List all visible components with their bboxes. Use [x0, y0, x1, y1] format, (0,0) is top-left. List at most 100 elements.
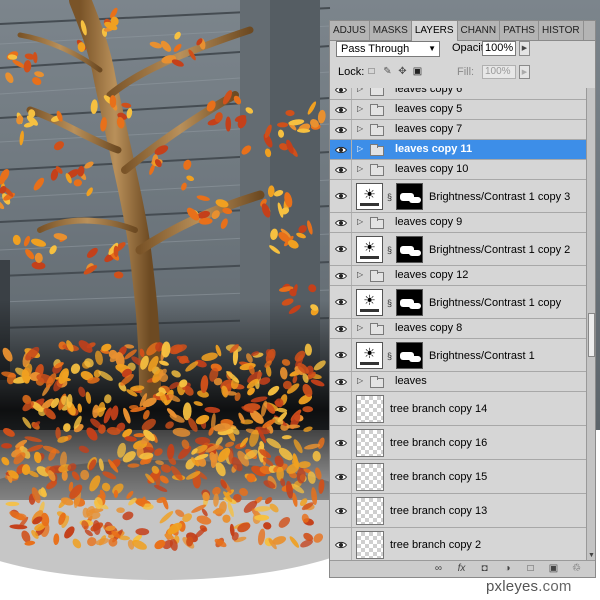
layer-name: leaves copy 11 [395, 143, 473, 155]
layer-name: Brightness/Contrast 1 [429, 350, 535, 362]
layers-scrollbar[interactable]: ▼ [586, 88, 595, 561]
visibility-eye-icon[interactable] [330, 426, 352, 459]
tab-layers[interactable]: LAYERS [411, 21, 458, 41]
layer-name: tree branch copy 16 [390, 437, 488, 449]
tab-paths[interactable]: PATHS [500, 21, 539, 40]
fill-input[interactable]: 100% [482, 65, 516, 79]
visibility-eye-icon[interactable] [330, 266, 352, 285]
folder-icon [370, 104, 384, 116]
layer-row-leaves-copy-10[interactable]: ▷ leaves copy 10 [330, 160, 586, 180]
layer-row-brightness-contrast-1[interactable]: ☀ § Brightness/Contrast 1 [330, 339, 586, 372]
folder-icon [370, 217, 384, 229]
visibility-eye-icon[interactable] [330, 233, 352, 265]
layer-row-leaves-copy-8[interactable]: ▷ leaves copy 8 [330, 319, 586, 339]
layer-name: tree branch copy 2 [390, 539, 482, 551]
fx-icon[interactable]: fx [453, 563, 470, 575]
visibility-eye-icon[interactable] [330, 460, 352, 493]
visibility-eye-icon[interactable] [330, 286, 352, 318]
layer-name: leaves copy 10 [395, 163, 469, 175]
layer-row-leaves-copy-6[interactable]: ▷ leaves copy 6 [330, 88, 586, 100]
expand-triangle-icon[interactable]: ▷ [357, 164, 363, 173]
layer-row-tree-branch-copy-2[interactable]: tree branch copy 2 [330, 528, 586, 561]
layer-row-brightness-contrast-1-copy-2[interactable]: ☀ § Brightness/Contrast 1 copy 2 [330, 233, 586, 266]
scrollbar-thumb[interactable] [588, 313, 595, 357]
visibility-eye-icon[interactable] [330, 528, 352, 561]
layer-name: Brightness/Contrast 1 copy [429, 297, 562, 309]
visibility-eye-icon[interactable] [330, 100, 352, 119]
layer-row-leaves-copy-9[interactable]: ▷ leaves copy 9 [330, 213, 586, 233]
tab-channels[interactable]: CHANN [458, 21, 501, 40]
layer-row-brightness-contrast-1-copy[interactable]: ☀ § Brightness/Contrast 1 copy [330, 286, 586, 319]
layer-mask-thumbnail[interactable] [396, 289, 423, 316]
new-layer-icon[interactable]: ▣ [545, 563, 562, 575]
visibility-eye-icon[interactable] [330, 372, 352, 391]
visibility-eye-icon[interactable] [330, 120, 352, 139]
mask-link-icon[interactable]: § [387, 192, 392, 202]
expand-triangle-icon[interactable]: ▷ [357, 270, 363, 279]
layer-name: tree branch copy 13 [390, 505, 488, 517]
expand-triangle-icon[interactable]: ▷ [357, 104, 363, 113]
layer-row-tree-branch-copy-16[interactable]: tree branch copy 16 [330, 426, 586, 460]
tab-adjustments[interactable]: ADJUS [330, 21, 370, 40]
layer-name: leaves copy 5 [395, 103, 463, 115]
expand-triangle-icon[interactable]: ▷ [357, 376, 363, 385]
visibility-eye-icon[interactable] [330, 88, 352, 99]
visibility-eye-icon[interactable] [330, 494, 352, 527]
chevron-down-icon: ▼ [428, 44, 436, 53]
visibility-eye-icon[interactable] [330, 213, 352, 232]
expand-triangle-icon[interactable]: ▷ [357, 217, 363, 226]
mask-link-icon[interactable]: § [387, 351, 392, 361]
expand-triangle-icon[interactable]: ▷ [357, 124, 363, 133]
adjustment-layer-icon[interactable]: ◑ [499, 563, 516, 575]
layer-mask-thumbnail[interactable] [396, 183, 423, 210]
mask-link-icon[interactable]: § [387, 298, 392, 308]
layer-row-leaves-copy-12[interactable]: ▷ leaves copy 12 [330, 266, 586, 286]
lock-all-icon[interactable]: ▣ [412, 66, 423, 77]
new-group-icon[interactable]: □ [522, 563, 539, 575]
mask-link-icon[interactable]: § [387, 245, 392, 255]
visibility-eye-icon[interactable] [330, 392, 352, 425]
layer-row-brightness-contrast-1-copy-3[interactable]: ☀ § Brightness/Contrast 1 copy 3 [330, 180, 586, 213]
layer-name: Brightness/Contrast 1 copy 3 [429, 191, 571, 203]
visibility-eye-icon[interactable] [330, 319, 352, 338]
layer-row-leaves-copy-5[interactable]: ▷ leaves copy 5 [330, 100, 586, 120]
lock-label: Lock: [338, 66, 365, 78]
layer-mask-thumbnail[interactable] [396, 342, 423, 369]
layer-thumbnail [356, 531, 384, 559]
visibility-eye-icon[interactable] [330, 140, 352, 159]
layer-row-leaves-copy-11[interactable]: ▷ leaves copy 11 [330, 140, 586, 160]
expand-triangle-icon[interactable]: ▷ [357, 144, 363, 153]
tab-history[interactable]: HISTOR [539, 21, 584, 40]
opacity-input[interactable]: 100% [482, 41, 516, 56]
lock-image-icon[interactable]: ✎ [382, 66, 393, 77]
lock-transparency-icon[interactable]: □ [366, 66, 377, 77]
layer-name: tree branch copy 15 [390, 471, 488, 483]
blend-mode-select[interactable]: Pass Through ▼ [336, 41, 440, 57]
folder-icon [370, 270, 384, 282]
expand-triangle-icon[interactable]: ▷ [357, 323, 363, 332]
lock-position-icon[interactable]: ✥ [397, 66, 408, 77]
layer-name: leaves [395, 375, 427, 387]
add-mask-icon[interactable]: ◘ [476, 563, 493, 575]
link-layers-icon[interactable]: ∞ [430, 563, 447, 575]
layer-name: Brightness/Contrast 1 copy 2 [429, 244, 571, 256]
layer-row-tree-branch-copy-14[interactable]: tree branch copy 14 [330, 392, 586, 426]
brightness-contrast-icon: ☀ [356, 289, 383, 316]
opacity-slider-button[interactable]: ▶ [519, 41, 530, 56]
layer-row-leaves-copy-7[interactable]: ▷ leaves copy 7 [330, 120, 586, 140]
watermark-brand: pxleyes [486, 578, 539, 595]
fill-slider-button[interactable]: ▶ [519, 65, 530, 79]
layer-row-tree-branch-copy-13[interactable]: tree branch copy 13 [330, 494, 586, 528]
tab-masks[interactable]: MASKS [370, 21, 412, 40]
layer-row-tree-branch-copy-15[interactable]: tree branch copy 15 [330, 460, 586, 494]
watermark: pxleyes.com [486, 578, 572, 595]
trash-icon[interactable]: ♲ [568, 563, 585, 575]
visibility-eye-icon[interactable] [330, 339, 352, 371]
layer-mask-thumbnail[interactable] [396, 236, 423, 263]
layer-row-leaves[interactable]: ▷ leaves [330, 372, 586, 392]
lock-row: Lock: □ ✎ ✥ ▣ Fill: 100% ▶ [330, 63, 595, 81]
layer-thumbnail [356, 395, 384, 423]
expand-triangle-icon[interactable]: ▷ [357, 88, 363, 93]
visibility-eye-icon[interactable] [330, 160, 352, 179]
visibility-eye-icon[interactable] [330, 180, 352, 212]
